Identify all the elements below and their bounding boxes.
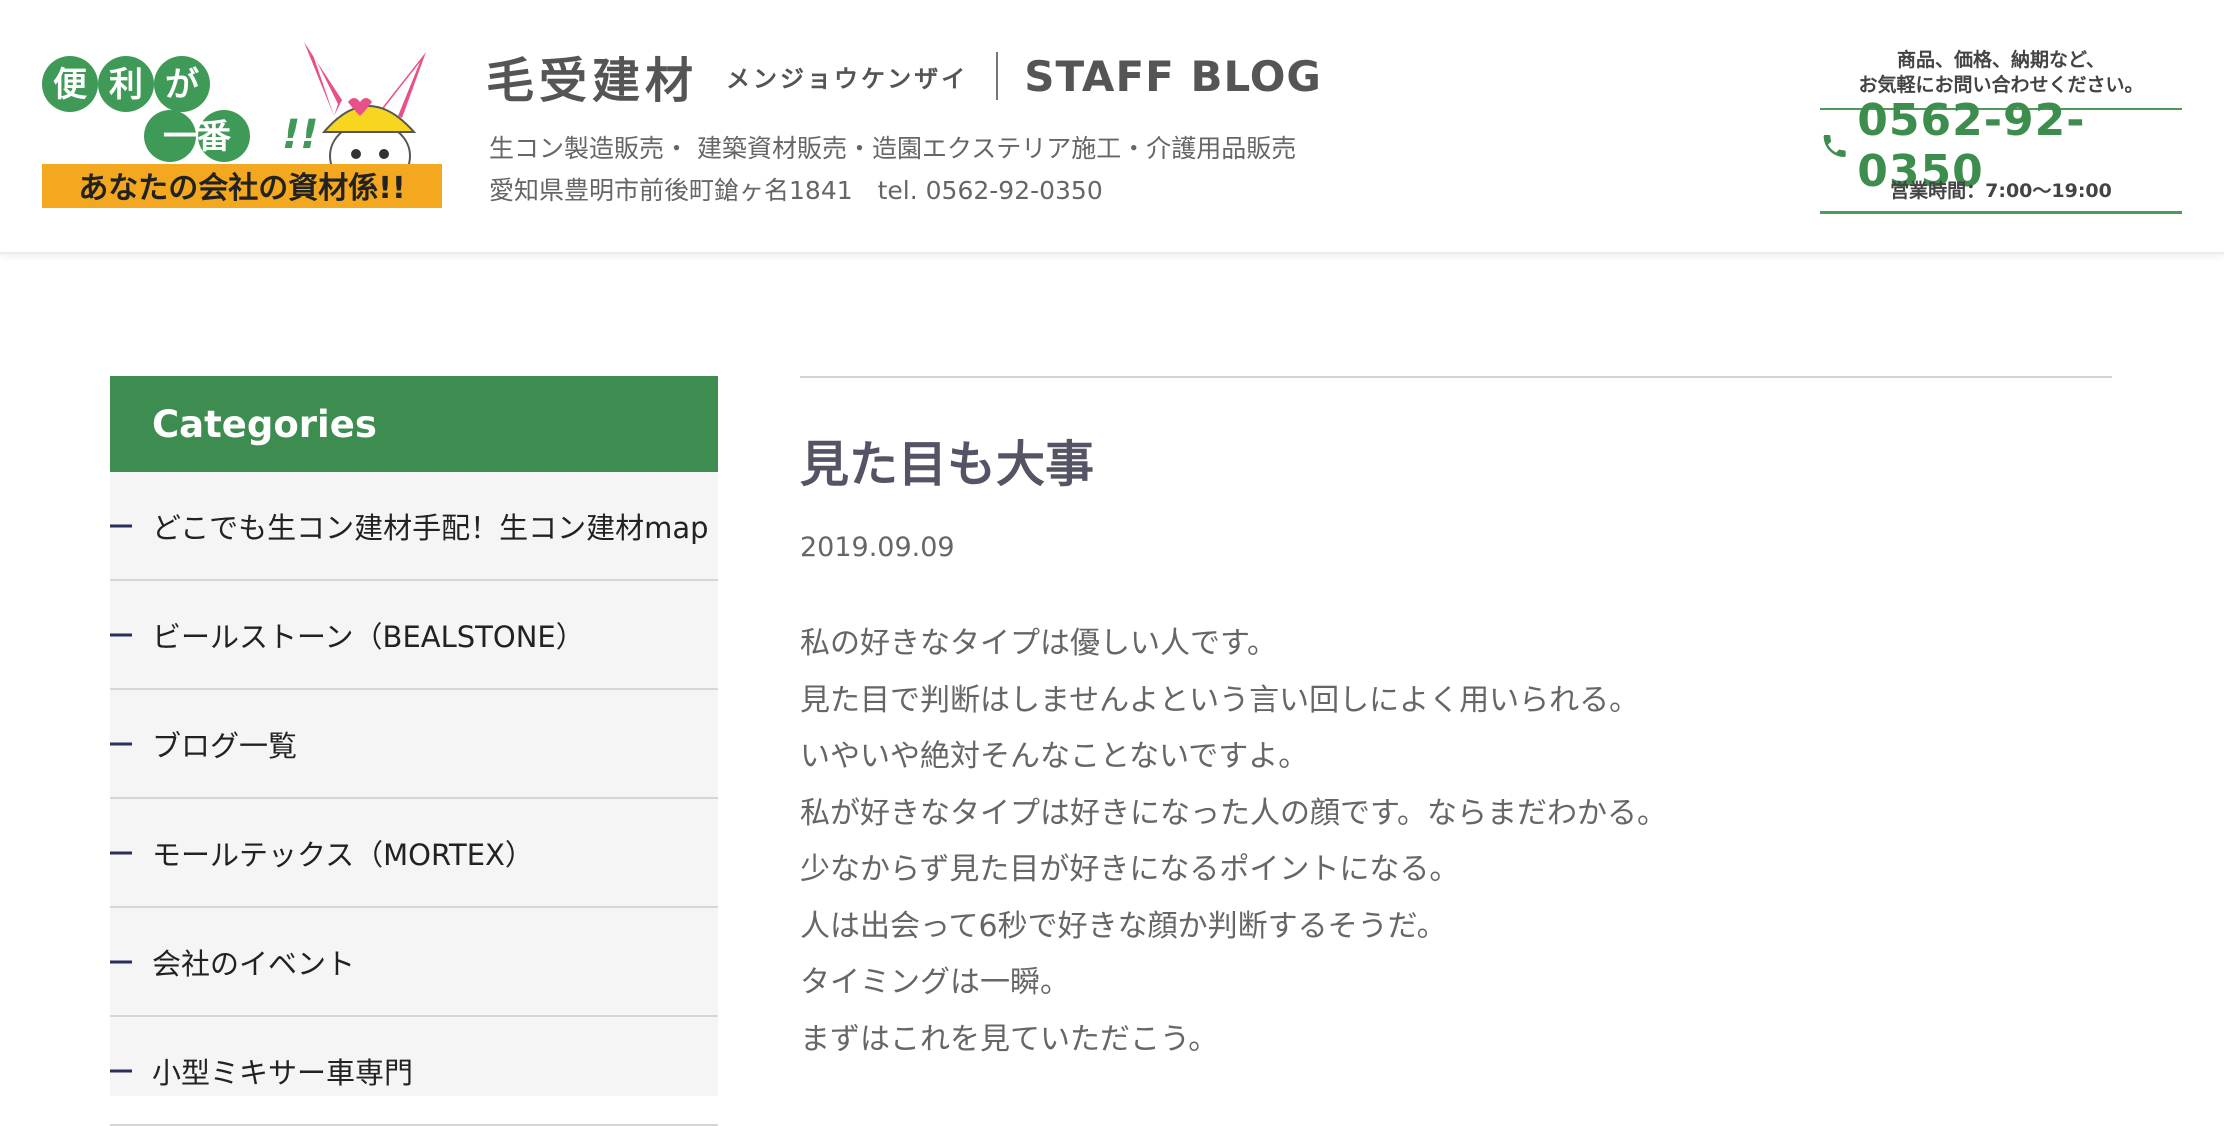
post-body: 私の好きなタイプは優しい人です。 見た目で判断はしませんよという言い回しによく用… (800, 616, 2112, 1068)
category-label: ブログ一覧 (152, 728, 298, 763)
category-item[interactable]: モールテックス（MORTEX） (110, 799, 718, 908)
brand-name: 毛受建材 (486, 53, 699, 109)
categories-heading: Categories (110, 376, 718, 472)
contact-note: 商品、価格、納期など、 お気軽にお問い合わせください。 (1820, 48, 2182, 98)
brand-separator (996, 52, 999, 100)
brand-title: 毛受建材 メンジョウケンザイ STAFF BLOG (486, 46, 1322, 110)
post-date: 2019.09.09 (800, 532, 955, 563)
category-label: どこでも生コン建材手配！生コン建材map (152, 510, 709, 545)
site-logo[interactable]: 便 利 が 一番 !! あなたの会社の資材係!! (42, 36, 442, 208)
logo-banner-text: あなたの会社の資材係!! (78, 171, 405, 206)
post-paragraph: タイミングは一瞬。 (800, 965, 1070, 1000)
logo-ichiban: 一番 (163, 117, 232, 157)
post-paragraph: 私が好きなタイプは好きになった人の顔です。ならまだわかる。 (800, 795, 1667, 831)
category-item[interactable]: 会社のイベント (110, 908, 718, 1017)
brand-kana: メンジョウケンザイ (726, 64, 969, 93)
phone-link[interactable]: 0562-92-0350 (1820, 95, 2182, 197)
post-content: 見た目も大事 2019.09.09 私の好きなタイプは優しい人です。 見た目で判… (800, 376, 2112, 1068)
post-paragraph: 見た目で判断はしませんよという言い回しによく用いられる。 (800, 682, 1640, 718)
staff-blog-label: STAFF BLOG (1024, 51, 1322, 101)
category-item[interactable]: どこでも生コン建材手配！生コン建材map (110, 472, 718, 581)
contact-box: 商品、価格、納期など、 お気軽にお問い合わせください。 0562-92-0350… (1820, 48, 2182, 214)
logo-char-3: が (165, 65, 199, 105)
post-paragraph: いやいや絶対そんなことないですよ。 (800, 739, 1309, 774)
category-item[interactable]: ビールストーン（BEALSTONE） (110, 581, 718, 690)
company-address: 愛知県豊明市前後町鎗ヶ名1841 tel. 0562-92-0350 (489, 176, 1103, 205)
logo-exclaim: !! (282, 112, 318, 158)
category-label: 会社のイベント (152, 946, 356, 981)
logo-graphic: 便 利 が 一番 !! あなたの会社の資材係!! (42, 42, 442, 208)
post-paragraph: 私の好きなタイプは優しい人です。 (800, 626, 1277, 661)
contact-underline (1820, 211, 2182, 214)
content-top-rule (800, 376, 2112, 378)
category-label: 小型ミキサー車専門 (152, 1055, 414, 1090)
categories-sidebar: Categories どこでも生コン建材手配！生コン建材map ビールストーン（… (110, 376, 718, 1126)
site-header: 便 利 が 一番 !! あなたの会社の資材係!! 毛受建材 メンジョウケンザイ … (0, 0, 2224, 254)
category-label: モールテックス（MORTEX） (152, 837, 534, 872)
contact-note-line1: 商品、価格、納期など、 (1896, 49, 2106, 71)
category-list: どこでも生コン建材手配！生コン建材map ビールストーン（BEALSTONE） … (110, 472, 718, 1126)
category-item[interactable]: 小型ミキサー車専門 (110, 1017, 718, 1126)
post-paragraph: 少なからず見た目が好きになるポイントになる。 (800, 852, 1460, 887)
logo-char-1: 便 (53, 65, 88, 105)
category-item[interactable]: ブログ一覧 (110, 690, 718, 799)
phone-icon (1823, 135, 1846, 157)
category-label: ビールストーン（BEALSTONE） (152, 619, 585, 654)
post-title: 見た目も大事 (800, 436, 1095, 493)
business-tagline: 生コン製造販売・ 建築資材販売・造園エクステリア施工・介護用品販売 (489, 134, 1297, 163)
logo-char-2: 利 (109, 65, 143, 105)
post-paragraph: 人は出会って6秒で好きな顔か判断するそうだ。 (800, 908, 1447, 944)
post-paragraph: まずはこれを見ていただこう。 (800, 1021, 1219, 1057)
